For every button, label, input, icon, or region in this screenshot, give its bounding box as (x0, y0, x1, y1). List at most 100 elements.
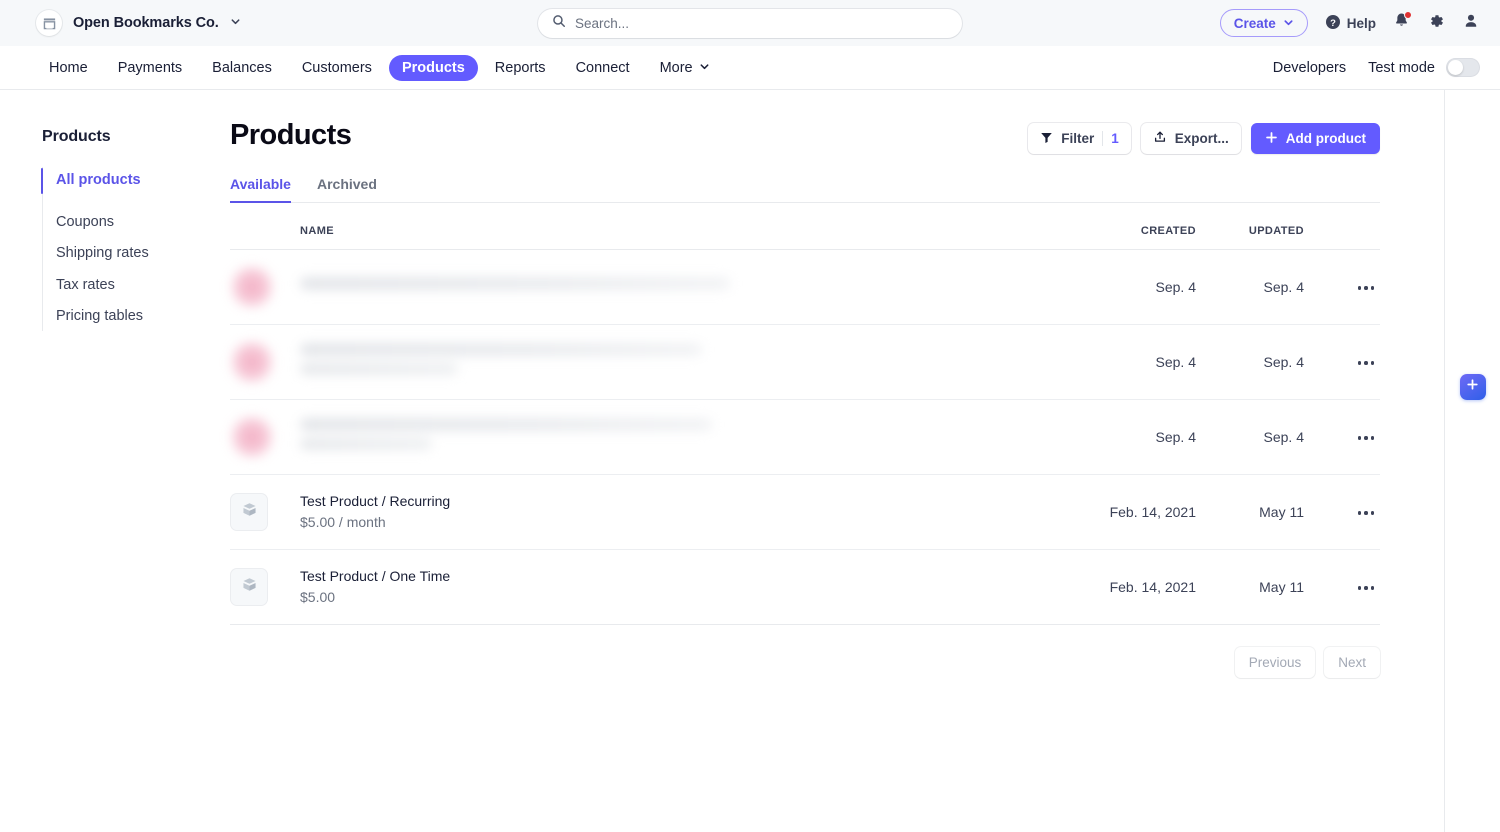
tab-available[interactable]: Available (230, 176, 291, 203)
nav-item-products[interactable]: Products (388, 54, 478, 81)
cell-created: Feb. 14, 2021 (1078, 474, 1196, 550)
create-button[interactable]: Create (1219, 9, 1308, 37)
sidebar-item-tax-rates[interactable]: Tax rates (42, 270, 230, 302)
nav-item-connect[interactable]: Connect (563, 55, 643, 81)
right-rail (1444, 90, 1500, 832)
nav-item-payments[interactable]: Payments (105, 55, 195, 81)
nav-label: Reports (494, 59, 546, 76)
redacted-name (300, 277, 1078, 290)
tab-bar: Available Archived (230, 176, 1380, 203)
cell-created: Sep. 4 (1078, 249, 1196, 325)
test-mode-toggle[interactable] (1446, 58, 1480, 77)
product-name: Test Product / One Time (300, 568, 451, 584)
cell-updated: May 11 (1196, 474, 1304, 550)
export-label: Export... (1174, 131, 1229, 146)
user-avatar-icon (1462, 12, 1480, 35)
content-inner: Products Filter 1 Export... Add product … (230, 119, 1422, 678)
layers-box-icon (241, 501, 258, 523)
overflow-menu-icon[interactable] (1352, 353, 1381, 373)
redacted-name (300, 342, 1078, 375)
sidebar: Products All products Coupons Shipping r… (0, 90, 230, 832)
cell-updated: Sep. 4 (1196, 399, 1304, 475)
nav-label: Connect (575, 59, 630, 76)
nav-item-reports[interactable]: Reports (482, 55, 559, 81)
nav-item-more[interactable]: More (647, 55, 723, 81)
layers-box-icon (241, 576, 258, 598)
cell-thumbnail (230, 549, 300, 625)
overflow-menu-icon[interactable] (1352, 428, 1381, 448)
question-circle-icon: ? (1325, 14, 1341, 33)
store-icon (36, 10, 62, 36)
redacted-thumbnail (230, 415, 274, 459)
test-mode-control: Test mode (1368, 58, 1480, 77)
add-product-button[interactable]: Add product (1250, 123, 1380, 154)
redacted-line (300, 342, 702, 356)
sidebar-item-label: Shipping rates (56, 245, 149, 262)
plus-icon (1466, 378, 1479, 396)
tab-label: Available (230, 176, 291, 192)
cell-name (300, 324, 1078, 400)
product-thumbnail (230, 493, 268, 531)
developers-link[interactable]: Developers (1273, 60, 1346, 76)
sidebar-item-shipping-rates[interactable]: Shipping rates (42, 238, 230, 270)
column-created: CREATED (1078, 203, 1196, 250)
svg-text:?: ? (1330, 17, 1336, 28)
nav-item-customers[interactable]: Customers (289, 55, 385, 81)
search-box[interactable] (538, 8, 962, 38)
cell-name: Test Product / Recurring $5.00 / month (300, 474, 1078, 550)
cell-thumbnail (230, 249, 300, 325)
cell-actions (1304, 249, 1381, 325)
account-button[interactable] (1462, 12, 1480, 35)
export-icon (1153, 130, 1167, 147)
export-button[interactable]: Export... (1140, 123, 1241, 154)
notifications-button[interactable] (1393, 11, 1412, 34)
top-right-actions: Create ? Help (1219, 9, 1480, 37)
sidebar-item-pricing-tables[interactable]: Pricing tables (42, 301, 230, 333)
search-input[interactable] (575, 15, 948, 31)
nav-item-home[interactable]: Home (36, 55, 101, 81)
sidebar-item-list: All products Coupons Shipping rates Tax … (41, 165, 230, 333)
table-row[interactable]: Sep. 4 Sep. 4 (230, 399, 1381, 475)
main-content: Products Filter 1 Export... Add product … (230, 90, 1444, 832)
table-row[interactable]: Sep. 4 Sep. 4 (230, 324, 1381, 400)
sidebar-item-label: All products (56, 172, 141, 188)
redacted-line (300, 362, 458, 375)
table-header: NAME CREATED UPDATED (230, 203, 1380, 250)
table-row[interactable]: Test Product / One Time $5.00 Feb. 14, 2… (230, 549, 1381, 625)
page-toolbar: Filter 1 Export... Add product (1028, 120, 1380, 154)
nav-item-balances[interactable]: Balances (199, 55, 285, 81)
help-button[interactable]: ? Help (1325, 14, 1376, 33)
previous-page-button[interactable]: Previous (1234, 647, 1316, 678)
overflow-menu-icon[interactable] (1352, 503, 1381, 523)
overflow-menu-icon[interactable] (1352, 278, 1381, 298)
overflow-menu-icon[interactable] (1352, 578, 1381, 598)
page-body: Products All products Coupons Shipping r… (0, 90, 1500, 832)
table-row[interactable]: Sep. 4 Sep. 4 (230, 249, 1381, 325)
tab-archived[interactable]: Archived (317, 176, 377, 203)
toggle-knob (1448, 60, 1463, 75)
filter-button[interactable]: Filter 1 (1028, 123, 1131, 154)
sidebar-item-label: Pricing tables (56, 308, 144, 325)
column-thumbnail (230, 203, 300, 250)
nav-label: More (659, 59, 693, 76)
redacted-thumbnail (230, 265, 274, 309)
sidebar-item-all-products[interactable]: All products (41, 165, 230, 197)
sidebar-item-label: Tax rates (56, 276, 115, 293)
next-page-button[interactable]: Next (1324, 647, 1380, 678)
settings-button[interactable] (1427, 12, 1445, 35)
cell-updated: Sep. 4 (1196, 249, 1304, 325)
cell-thumbnail (230, 324, 300, 400)
products-table: NAME CREATED UPDATED Sep. 4 Sep. 4 Sep. … (230, 203, 1380, 625)
page-title: Products (230, 119, 352, 151)
cell-updated: May 11 (1196, 549, 1304, 625)
quick-add-button[interactable] (1459, 374, 1486, 400)
sidebar-item-coupons[interactable]: Coupons (42, 207, 230, 239)
merchant-switcher[interactable]: Open Bookmarks Co. (36, 10, 241, 36)
table-row[interactable]: Test Product / Recurring $5.00 / month F… (230, 474, 1381, 550)
column-actions (1304, 203, 1380, 250)
cell-name: Test Product / One Time $5.00 (300, 549, 1078, 625)
notification-badge (1404, 11, 1412, 19)
funnel-icon (1040, 131, 1053, 147)
cell-actions (1304, 549, 1381, 625)
